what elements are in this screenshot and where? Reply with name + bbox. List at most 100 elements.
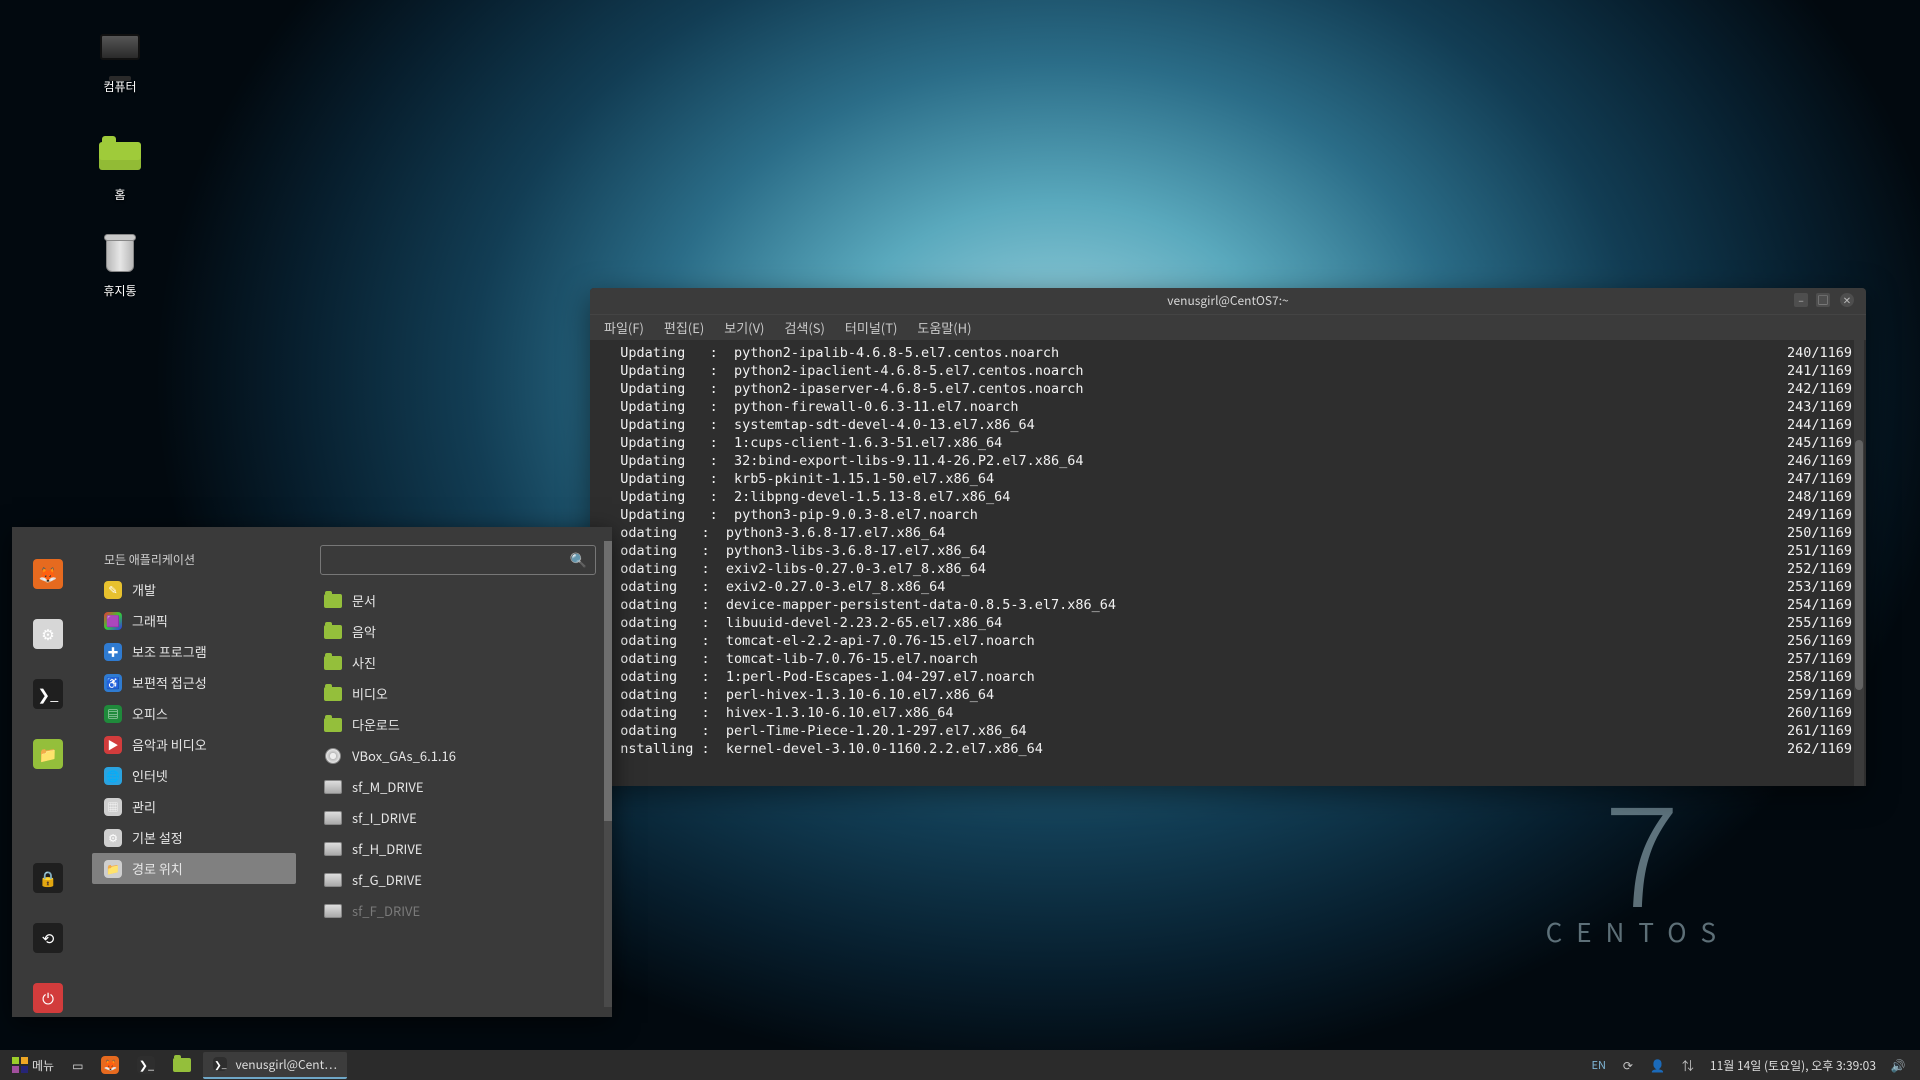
menu-button[interactable]: 메뉴	[6, 1053, 60, 1078]
place-item[interactable]: 다운로드	[312, 709, 604, 740]
terminal-scrollbar-thumb[interactable]	[1855, 440, 1863, 690]
place-label: sf_H_DRIVE	[352, 839, 422, 858]
taskbar-files[interactable]	[167, 1054, 197, 1076]
place-item[interactable]: 사진	[312, 647, 604, 678]
category-office[interactable]: ▤오피스	[92, 698, 296, 729]
category-admin[interactable]: ▦ 관리	[92, 791, 296, 822]
taskbar-task-terminal[interactable]: ❯_ venusgirl@Cent…	[203, 1052, 347, 1079]
place-item[interactable]: 문서	[312, 585, 604, 616]
taskbar-terminal[interactable]: ❯_	[131, 1052, 161, 1078]
category-acc[interactable]: ✚보조 프로그램	[92, 636, 296, 667]
start-menu-categories-pane: 모든 애플리케이션 ✎개발🟪그래픽✚보조 프로그램 ♿ 보편적 접근성 ▤오피스▶음악…	[84, 527, 304, 1017]
rail-files-button[interactable]: 📁	[29, 735, 67, 773]
desktop-icon-computer[interactable]: 컴퓨터	[75, 34, 165, 95]
category-places[interactable]: 📁경로 위치	[92, 853, 296, 884]
places-scrollbar-thumb[interactable]	[604, 541, 612, 821]
folder-icon	[173, 1058, 191, 1072]
place-item[interactable]: sf_G_DRIVE	[312, 864, 604, 895]
rail-firefox-button[interactable]: 🦊	[29, 555, 67, 593]
place-label: sf_G_DRIVE	[352, 870, 422, 889]
terminal-menu-item[interactable]: 보기(V)	[724, 318, 764, 337]
terminal-titlebar[interactable]: venusgirl@CentOS7:~ – ▢ ✕	[590, 288, 1866, 314]
maximize-button[interactable]: ▢	[1816, 293, 1830, 307]
place-item[interactable]: sf_I_DRIVE	[312, 802, 604, 833]
terminal-line: odating : device-mapper-persistent-data-…	[604, 596, 1852, 614]
category-dev[interactable]: ✎개발	[92, 574, 296, 605]
rail-terminal-button[interactable]: ❯_	[29, 675, 67, 713]
desktop-icon-home[interactable]: 홈	[75, 136, 165, 203]
terminal-line: odating : python3-3.6.8-17.el7.x86_64250…	[604, 524, 1852, 542]
folder-icon	[324, 718, 342, 732]
category-label: 관리	[132, 797, 156, 816]
office-icon: ▤	[104, 705, 122, 723]
place-item[interactable]: 비디오	[312, 678, 604, 709]
terminal-menu-item[interactable]: 검색(S)	[784, 318, 824, 337]
minimize-button[interactable]: –	[1794, 293, 1808, 307]
place-item[interactable]: sf_M_DRIVE	[312, 771, 604, 802]
dev-icon: ✎	[104, 581, 122, 599]
logout-icon: ⟲	[33, 923, 63, 953]
category-net[interactable]: 🌐인터넷	[92, 760, 296, 791]
tray-user-icon[interactable]: 👤	[1650, 1057, 1666, 1073]
menu-search[interactable]: 🔍	[320, 545, 596, 575]
rail-power-button[interactable]: ⏻	[29, 979, 67, 1017]
access-icon: ♿	[104, 674, 122, 692]
lock-icon: 🔒	[33, 863, 63, 893]
terminal-menu-item[interactable]: 편집(E)	[664, 318, 704, 337]
category-label: 그래픽	[132, 611, 168, 630]
terminal-window[interactable]: venusgirl@CentOS7:~ – ▢ ✕ 파일(F) 편집(E) 보기(V…	[590, 288, 1866, 786]
place-label: 비디오	[352, 684, 388, 703]
places-scrollbar[interactable]	[604, 541, 612, 1007]
place-item[interactable]: VBox_GAs_6.1.16	[312, 740, 604, 771]
rail-logout-button[interactable]: ⟲	[29, 919, 67, 957]
tray-network-icon[interactable]: ⇅	[1680, 1057, 1696, 1073]
settings-icon: ⚙	[33, 619, 63, 649]
task-title: venusgirl@Cent…	[235, 1056, 337, 1073]
terminal-menu-item[interactable]: 터미널(T)	[845, 318, 897, 337]
wallpaper-version: 7	[1546, 791, 1730, 903]
terminal-menu-item[interactable]: 파일(F)	[604, 318, 644, 337]
admin-icon: ▦	[104, 798, 122, 816]
tray-updates-icon[interactable]: ⟳	[1620, 1057, 1636, 1073]
terminal-line: Updating : python2-ipaserver-4.6.8-5.el7…	[604, 380, 1852, 398]
net-icon: 🌐	[104, 767, 122, 785]
terminal-title: venusgirl@CentOS7:~	[1167, 292, 1288, 309]
show-desktop-button[interactable]: ▭	[66, 1053, 89, 1078]
terminal-menu-item[interactable]: 도움말(H)	[917, 318, 971, 337]
firefox-icon: 🦊	[101, 1056, 119, 1074]
terminal-body[interactable]: Updating : python2-ipalib-4.6.8-5.el7.ce…	[590, 340, 1866, 786]
category-label: 음악과 비디오	[132, 735, 207, 754]
place-item[interactable]: 음악	[312, 616, 604, 647]
categories-header: 모든 애플리케이션	[92, 545, 296, 574]
category-gfx[interactable]: 🟪그래픽	[92, 605, 296, 636]
category-access[interactable]: ♿ 보편적 접근성	[92, 667, 296, 698]
category-label: 보편적 접근성	[132, 673, 207, 692]
search-input[interactable]	[329, 553, 570, 568]
tray-clock[interactable]: 11월 14일 (토요일), 오후 3:39:03	[1710, 1057, 1876, 1074]
desktop-icon-trash[interactable]: 휴지통	[75, 238, 165, 299]
terminal-line: Updating : krb5-pkinit-1.15.1-50.el7.x86…	[604, 470, 1852, 488]
rail-lock-button[interactable]: 🔒	[29, 859, 67, 897]
desktop-icon-label: 홈	[75, 186, 165, 203]
place-label: sf_F_DRIVE	[352, 901, 420, 920]
terminal-line: Updating : python3-pip-9.0.3-8.el7.noarc…	[604, 506, 1852, 524]
rail-toggle-button[interactable]: ⚙	[29, 615, 67, 653]
place-item[interactable]: sf_H_DRIVE	[312, 833, 604, 864]
taskbar-firefox[interactable]: 🦊	[95, 1052, 125, 1078]
computer-icon	[100, 34, 140, 60]
category-pref[interactable]: ⚙기본 설정	[92, 822, 296, 853]
terminal-menubar: 파일(F) 편집(E) 보기(V) 검색(S) 터미널(T) 도움말(H)	[590, 314, 1866, 340]
folder-icon	[324, 687, 342, 701]
trash-icon	[106, 238, 134, 272]
disc-icon	[325, 748, 341, 764]
tray-language[interactable]: EN	[1591, 1057, 1605, 1073]
category-media[interactable]: ▶음악과 비디오	[92, 729, 296, 760]
power-icon: ⏻	[33, 983, 63, 1013]
terminal-scrollbar[interactable]	[1854, 340, 1864, 786]
terminal-line: odating : libuuid-devel-2.23.2-65.el7.x8…	[604, 614, 1852, 632]
terminal-line: odating : 1:perl-Pod-Escapes-1.04-297.el…	[604, 668, 1852, 686]
wallpaper-name: CENTOS	[1546, 913, 1730, 950]
tray-volume-icon[interactable]: 🔊	[1890, 1057, 1906, 1073]
close-button[interactable]: ✕	[1840, 293, 1854, 307]
terminal-line: Updating : python2-ipaclient-4.6.8-5.el7…	[604, 362, 1852, 380]
